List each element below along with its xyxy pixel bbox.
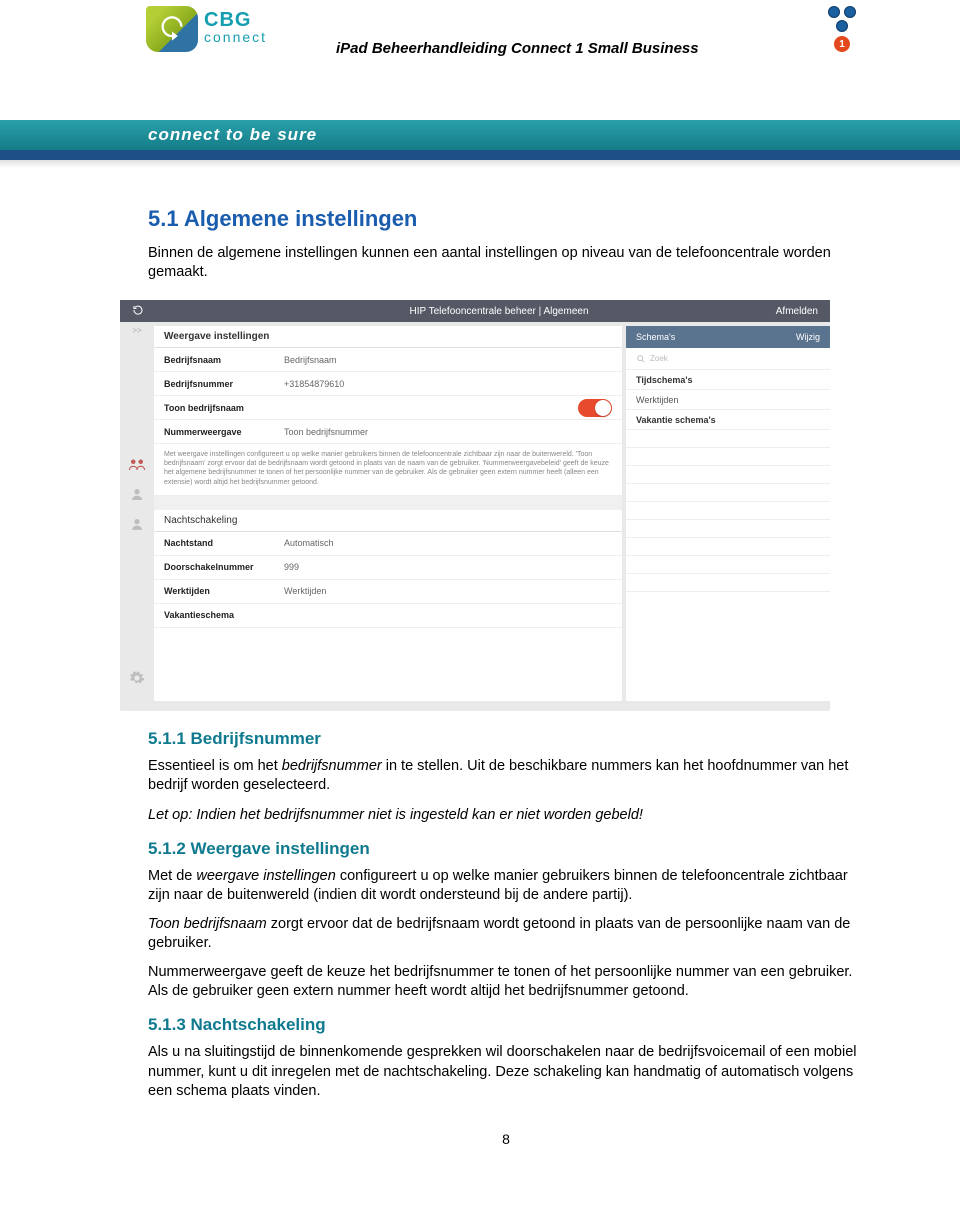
app-title: HIP Telefooncentrale beheer | Algemeen: [409, 306, 588, 317]
setting-label: Vakantieschema: [164, 610, 284, 620]
logo-text-bottom: connect: [204, 30, 267, 44]
left-panel: Weergave instellingen Bedrijfsnaam Bedri…: [154, 326, 622, 701]
paragraph: Nummerweergave geeft de keuze het bedrij…: [148, 963, 864, 1001]
search-placeholder: Zoek: [650, 354, 668, 363]
chain-icon: 1: [824, 6, 860, 54]
tagline: connect to be sure: [148, 125, 317, 145]
list-item: [626, 466, 830, 484]
setting-row[interactable]: Nummerweergave Toon bedrijfsnummer: [154, 420, 622, 444]
search-icon: [636, 354, 646, 364]
page-header: CBG connect iPad Beheerhandleiding Conne…: [0, 0, 960, 120]
setting-value: +31854879610: [284, 379, 344, 389]
text: Met de: [148, 868, 196, 884]
setting-label: Bedrijfsnaam: [164, 355, 284, 365]
list-item: [626, 574, 830, 592]
panel-heading: Weergave instellingen: [154, 326, 622, 348]
setting-value: Bedrijfsnaam: [284, 355, 337, 365]
person-icon[interactable]: [123, 511, 151, 537]
text-italic: Toon bedrijfsnaam: [148, 916, 267, 932]
panel-description: Met weergave instellingen configureert u…: [154, 444, 622, 495]
setting-label: Bedrijfsnummer: [164, 379, 284, 389]
setting-label: Toon bedrijfsnaam: [164, 403, 284, 413]
list-item: [626, 520, 830, 538]
document-title: iPad Beheerhandleiding Connect 1 Small B…: [336, 40, 699, 57]
setting-row[interactable]: Bedrijfsnaam Bedrijfsnaam: [154, 348, 622, 372]
text-italic: weergave instellingen: [196, 868, 335, 884]
setting-row[interactable]: Bedrijfsnummer +31854879610: [154, 372, 622, 396]
search-input[interactable]: Zoek: [626, 348, 830, 370]
banner: connect to be sure: [0, 120, 960, 170]
list-item: [626, 502, 830, 520]
side-nav: >>: [120, 322, 154, 701]
text: Essentieel is om het: [148, 758, 282, 774]
toggle-switch[interactable]: [578, 399, 612, 417]
list-item: [626, 484, 830, 502]
group-icon[interactable]: [123, 481, 151, 507]
setting-value: 999: [284, 562, 299, 572]
setting-value: Werktijden: [284, 586, 326, 596]
setting-value: Automatisch: [284, 538, 334, 548]
heading-5-1-1: 5.1.1 Bedrijfsnummer: [148, 729, 864, 749]
content: 5.1 Algemene instellingen Binnen de alge…: [0, 170, 960, 1187]
logo-badge-icon: [146, 6, 198, 52]
heading-5-1-2: 5.1.2 Weergave instellingen: [148, 839, 864, 859]
setting-value: Toon bedrijfsnummer: [284, 427, 368, 437]
heading-5-1-3: 5.1.3 Nachtschakeling: [148, 1015, 864, 1035]
page-number: 8: [148, 1131, 864, 1147]
users-icon[interactable]: [123, 451, 151, 477]
setting-label: Doorschakelnummer: [164, 562, 284, 572]
notification-badge: 1: [834, 36, 850, 52]
text-italic: bedrijfsnummer: [282, 758, 382, 774]
list-item: [626, 556, 830, 574]
list-item: [626, 448, 830, 466]
app-topbar: HIP Telefooncentrale beheer | Algemeen A…: [120, 300, 830, 322]
setting-label: Werktijden: [164, 586, 284, 596]
setting-row[interactable]: Nachtstand Automatisch: [154, 532, 622, 556]
expand-icon[interactable]: >>: [132, 326, 141, 335]
logo-text-top: CBG: [204, 10, 267, 30]
paragraph: Essentieel is om het bedrijfsnummer in t…: [148, 757, 864, 795]
list-item: [626, 430, 830, 448]
right-panel-title: Schema's: [636, 332, 675, 342]
list-item[interactable]: Vakantie schema's: [626, 410, 830, 430]
gear-icon[interactable]: [123, 665, 151, 691]
setting-row[interactable]: Werktijden Werktijden: [154, 580, 622, 604]
list-item[interactable]: Werktijden: [626, 390, 830, 410]
right-panel-header: Schema's Wijzig: [626, 326, 830, 348]
setting-label: Nummerweergave: [164, 427, 284, 437]
list-item[interactable]: Tijdschema's: [626, 370, 830, 390]
refresh-icon[interactable]: [132, 304, 144, 319]
setting-row[interactable]: Toon bedrijfsnaam: [154, 396, 622, 420]
app-screenshot: HIP Telefooncentrale beheer | Algemeen A…: [120, 300, 830, 711]
right-panel: Schema's Wijzig Zoek Tijdschema's Werkti…: [626, 326, 830, 701]
edit-link[interactable]: Wijzig: [796, 332, 820, 342]
setting-label: Nachtstand: [164, 538, 284, 548]
setting-row[interactable]: Vakantieschema: [154, 604, 622, 628]
setting-row[interactable]: Doorschakelnummer 999: [154, 556, 622, 580]
paragraph: Als u na sluitingstijd de binnenkomende …: [148, 1043, 864, 1100]
paragraph: Met de weergave instellingen configureer…: [148, 867, 864, 905]
paragraph: Binnen de algemene instellingen kunnen e…: [148, 244, 864, 282]
list-item: [626, 538, 830, 556]
logo: CBG connect: [146, 6, 267, 52]
paragraph: Toon bedrijfsnaam zorgt ervoor dat de be…: [148, 915, 864, 953]
note-italic: Let op: Indien het bedrijfsnummer niet i…: [148, 807, 643, 823]
logout-link[interactable]: Afmelden: [776, 306, 818, 317]
heading-5-1: 5.1 Algemene instellingen: [148, 206, 864, 232]
panel-heading: Nachtschakeling: [154, 510, 622, 532]
